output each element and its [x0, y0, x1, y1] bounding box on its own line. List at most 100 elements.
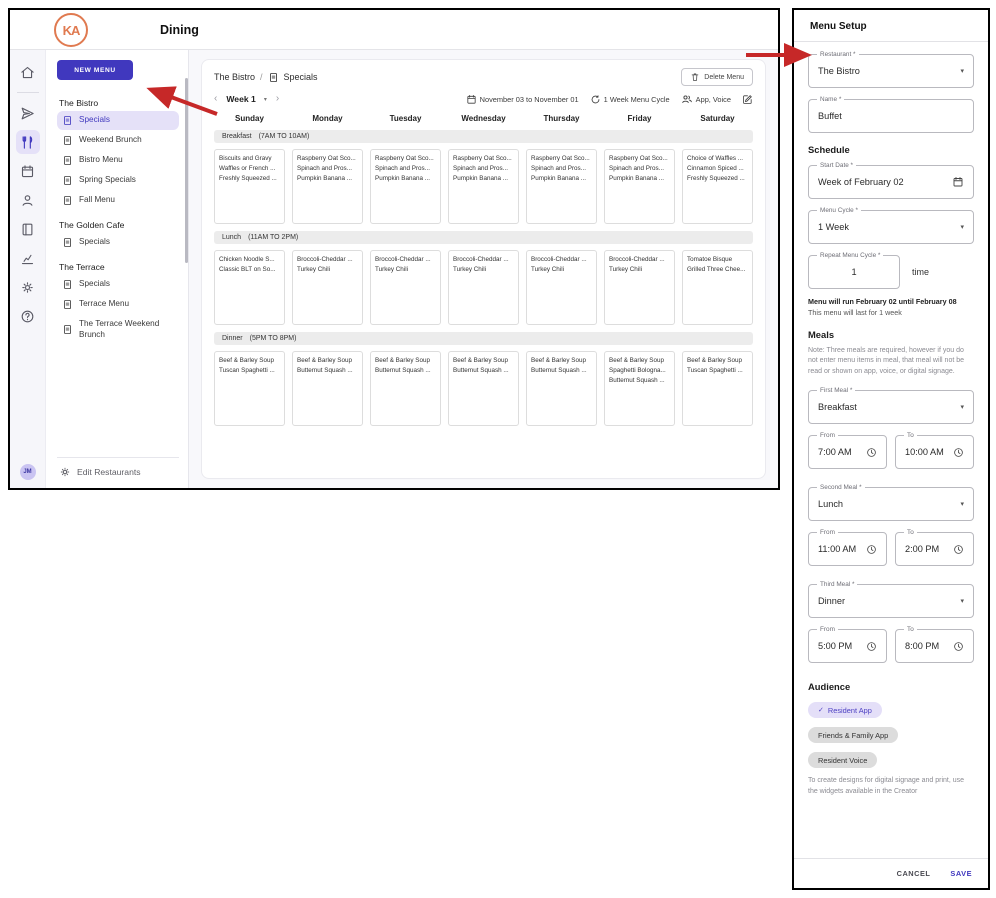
sidebar-item-terrace-menu[interactable]: Terrace Menu: [57, 295, 179, 314]
meal-from-field[interactable]: From7:00 AM: [808, 435, 887, 469]
edit-restaurants-button[interactable]: Edit Restaurants: [57, 457, 179, 482]
menu-cell-breakfast-friday[interactable]: Raspberry Oat Sco...Spinach and Pros...P…: [604, 149, 675, 224]
breadcrumb: The Bistro / Specials: [214, 72, 318, 83]
sidebar-scrollbar[interactable]: [185, 78, 188, 263]
menu-item: Classic BLT on So...: [219, 265, 280, 275]
day-header-monday: Monday: [292, 114, 363, 123]
menu-cell-dinner-tuesday[interactable]: Beef & Barley SoupButternut Squash ...: [370, 351, 441, 426]
sidebar-item-fall-menu[interactable]: Fall Menu: [57, 191, 179, 210]
menu-item: Beef & Barley Soup: [297, 356, 358, 366]
edit-icon[interactable]: [742, 94, 753, 105]
menu-cell-lunch-saturday[interactable]: Tomatoe BisqueGrilled Three Chee...: [682, 250, 753, 325]
menu-cell-lunch-friday[interactable]: Broccoli-Cheddar ...Turkey Chili: [604, 250, 675, 325]
clock-icon: [953, 641, 964, 652]
time-field-label: From: [817, 626, 838, 633]
audience-chip-resident-app[interactable]: ✓Resident App: [808, 702, 882, 718]
menu-card: The Bistro / Specials Delete Menu ‹: [201, 59, 766, 479]
rail-home-button[interactable]: [16, 60, 40, 84]
menu-cell-breakfast-thursday[interactable]: Raspberry Oat Sco...Spinach and Pros...P…: [526, 149, 597, 224]
menu-cell-dinner-friday[interactable]: Beef & Barley SoupSpaghetti Bologna...Bu…: [604, 351, 675, 426]
menu-item: Raspberry Oat Sco...: [453, 154, 514, 164]
meal-from-field[interactable]: From11:00 AM: [808, 532, 887, 566]
breadcrumb-restaurant[interactable]: The Bistro: [214, 72, 255, 82]
audience-chip-friends-family-app[interactable]: Friends & Family App: [808, 727, 898, 743]
sidebar-item-specials[interactable]: Specials: [57, 275, 179, 294]
meal-select-value: Lunch: [818, 499, 956, 509]
meal-to-field[interactable]: To8:00 PM: [895, 629, 974, 663]
sidebar-item-specials[interactable]: Specials: [57, 233, 179, 252]
audience-chip-resident-voice[interactable]: Resident Voice: [808, 752, 877, 768]
rail-help-button[interactable]: [16, 304, 40, 328]
document-icon: [62, 155, 73, 166]
menu-item: Pumpkin Banana ...: [609, 174, 670, 184]
next-week-button[interactable]: ›: [276, 94, 279, 104]
delete-menu-button[interactable]: Delete Menu: [681, 68, 753, 86]
week-selector[interactable]: Week 1 ▾: [226, 94, 266, 104]
cancel-button[interactable]: CANCEL: [897, 869, 931, 878]
meal-from-field[interactable]: From5:00 PM: [808, 629, 887, 663]
meal-select-3[interactable]: Third Meal *Dinner▾: [808, 584, 974, 618]
meal-to-field[interactable]: To10:00 AM: [895, 435, 974, 469]
menu-cell-dinner-wednesday[interactable]: Beef & Barley SoupButternut Squash ...: [448, 351, 519, 426]
menu-cell-dinner-monday[interactable]: Beef & Barley SoupButternut Squash ...: [292, 351, 363, 426]
menu-cell-breakfast-tuesday[interactable]: Raspberry Oat Sco...Spinach and Pros...P…: [370, 149, 441, 224]
rail-icons: [10, 60, 45, 333]
menu-cell-lunch-sunday[interactable]: Chicken Noodle S...Classic BLT on So...: [214, 250, 285, 325]
section-bar-dinner: Dinner(5PM TO 8PM): [214, 332, 753, 345]
menu-cell-lunch-monday[interactable]: Broccoli-Cheddar ...Turkey Chili: [292, 250, 363, 325]
sidebar-item-the-terrace-weekend-brunch[interactable]: The Terrace Weekend Brunch: [57, 315, 179, 344]
avatar[interactable]: JM: [20, 464, 36, 480]
menu-item: Spinach and Pros...: [453, 164, 514, 174]
start-date-field[interactable]: Start Date * Week of February 02: [808, 165, 974, 199]
dining-icon: [20, 135, 35, 150]
menu-item: Pumpkin Banana ...: [453, 174, 514, 184]
menu-cell-breakfast-sunday[interactable]: Biscuits and GravyWaffles or French ...F…: [214, 149, 285, 224]
rail-calendar-button[interactable]: [16, 159, 40, 183]
menu-cell-dinner-thursday[interactable]: Beef & Barley SoupButternut Squash ...: [526, 351, 597, 426]
rail-book-button[interactable]: [16, 217, 40, 241]
menu-cycle-select[interactable]: Menu Cycle * 1 Week ▾: [808, 210, 974, 244]
restaurant-select[interactable]: Restaurant * The Bistro ▾: [808, 54, 974, 88]
meal-time-row: From7:00 AMTo10:00 AM: [808, 435, 974, 469]
app-title: Dining: [160, 10, 199, 50]
breadcrumb-menu[interactable]: Specials: [284, 72, 318, 82]
rail-send-button[interactable]: [16, 101, 40, 125]
sidebar-item-bistro-menu[interactable]: Bistro Menu: [57, 151, 179, 170]
rail-chart-button[interactable]: [16, 246, 40, 270]
meal-select-1[interactable]: First Meal *Breakfast▾: [808, 390, 974, 424]
new-menu-button[interactable]: NEW MENU: [57, 60, 133, 80]
menu-cell-lunch-wednesday[interactable]: Broccoli-Cheddar ...Turkey Chili: [448, 250, 519, 325]
sidebar-item-weekend-brunch[interactable]: Weekend Brunch: [57, 131, 179, 150]
panel-footer: CANCEL SAVE: [794, 858, 988, 888]
menu-cell-dinner-sunday[interactable]: Beef & Barley SoupTuscan Spaghetti ...: [214, 351, 285, 426]
rail-dining-button[interactable]: [16, 130, 40, 154]
audience-note: To create designs for digital signage an…: [808, 776, 974, 798]
meal-to-field[interactable]: To2:00 PM: [895, 532, 974, 566]
sidebar-item-label: Specials: [79, 237, 110, 248]
menu-item: Raspberry Oat Sco...: [375, 154, 436, 164]
menu-cell-lunch-thursday[interactable]: Broccoli-Cheddar ...Turkey Chili: [526, 250, 597, 325]
menu-cell-dinner-saturday[interactable]: Beef & Barley SoupTuscan Spaghetti ...: [682, 351, 753, 426]
menu-item: Cinnamon Spiced ...: [687, 164, 748, 174]
save-button[interactable]: SAVE: [950, 869, 972, 878]
restaurant-group-title: The Bistro: [59, 98, 179, 108]
meal-select-2[interactable]: Second Meal *Lunch▾: [808, 487, 974, 521]
menu-view: The Bistro / Specials Delete Menu ‹: [189, 50, 778, 488]
sidebar-item-specials[interactable]: Specials: [57, 111, 179, 130]
name-field[interactable]: Name * Buffet: [808, 99, 974, 133]
rail-person-button[interactable]: [16, 188, 40, 212]
menu-item: Biscuits and Gravy: [219, 154, 280, 164]
chevron-down-icon: ▾: [960, 597, 964, 605]
menu-cell-breakfast-wednesday[interactable]: Raspberry Oat Sco...Spinach and Pros...P…: [448, 149, 519, 224]
menu-cell-lunch-tuesday[interactable]: Broccoli-Cheddar ...Turkey Chili: [370, 250, 441, 325]
time-field-value: 7:00 AM: [818, 447, 862, 457]
repeat-cycle-field[interactable]: Repeat Menu Cycle * 1: [808, 255, 900, 289]
time-field-value: 11:00 AM: [818, 544, 862, 554]
document-icon: [268, 72, 279, 83]
rail-gear-button[interactable]: [16, 275, 40, 299]
home-icon: [20, 65, 35, 80]
previous-week-button[interactable]: ‹: [214, 94, 217, 104]
menu-cell-breakfast-monday[interactable]: Raspberry Oat Sco...Spinach and Pros...P…: [292, 149, 363, 224]
menu-cell-breakfast-saturday[interactable]: Choice of Waffles ...Cinnamon Spiced ...…: [682, 149, 753, 224]
sidebar-item-spring-specials[interactable]: Spring Specials: [57, 171, 179, 190]
